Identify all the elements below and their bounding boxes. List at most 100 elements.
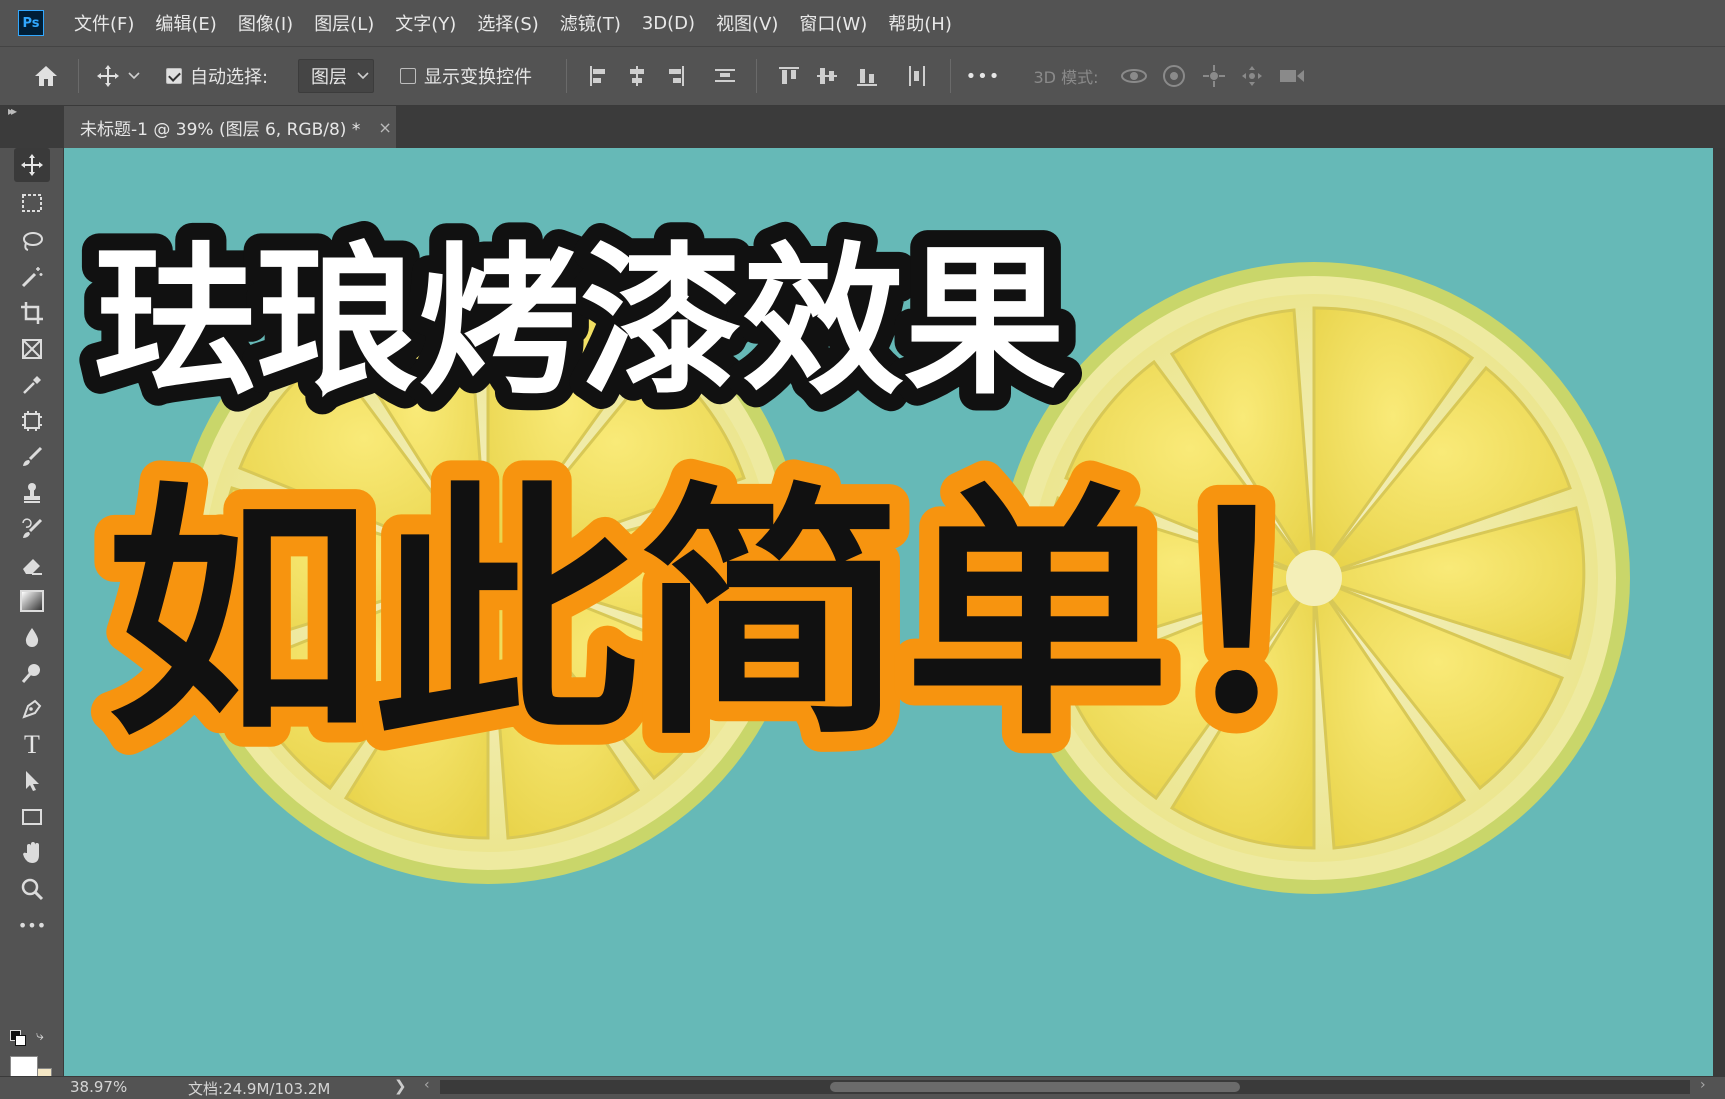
path-select-tool-icon <box>26 771 39 791</box>
marquee-tool-icon <box>22 194 42 212</box>
hand-tool[interactable] <box>14 836 50 870</box>
frame-tool[interactable] <box>14 332 50 366</box>
menu-3d[interactable]: 3D(D) <box>642 13 695 34</box>
more-options-button[interactable]: ••• <box>962 47 1004 105</box>
menu-type[interactable]: 文字(Y) <box>395 10 456 36</box>
gradient-tool-icon <box>20 590 44 612</box>
move-tool-preset-button[interactable] <box>92 47 144 105</box>
menu-window[interactable]: 窗口(W) <box>799 10 867 36</box>
scroll-right-icon[interactable]: › <box>1700 1077 1706 1093</box>
path-select-tool[interactable] <box>14 764 50 798</box>
menu-image[interactable]: 图像(I) <box>238 10 293 36</box>
menu-layer[interactable]: 图层(L) <box>314 10 374 36</box>
align-bottom-icon <box>856 65 878 87</box>
frame-tool-icon <box>22 339 42 359</box>
menu-file[interactable]: 文件(F) <box>74 10 134 36</box>
document-tab-strip: ▸▸ 未标题-1 @ 39% (图层 6, RGB/8) * × <box>0 104 1725 148</box>
menu-filter[interactable]: 滤镜(T) <box>560 10 621 36</box>
rectangle-tool[interactable] <box>14 800 50 834</box>
photoshop-logo: Ps <box>18 10 44 36</box>
eyedropper-tool[interactable] <box>14 368 50 402</box>
home-icon <box>35 66 57 86</box>
lasso-tool[interactable] <box>14 224 50 258</box>
align-vcenter-button[interactable] <box>812 47 842 105</box>
gradient-tool[interactable] <box>14 584 50 618</box>
headline-line1: 珐琅烤漆效果 <box>94 229 1066 417</box>
align-horizontal-center-icon <box>626 65 648 87</box>
zoom-level-field[interactable]: 38.97% <box>70 1078 127 1096</box>
show-transform-label: 显示变换控件 <box>424 67 532 88</box>
crop-tool-icon <box>21 302 43 324</box>
menu-help[interactable]: 帮助(H) <box>888 10 952 36</box>
status-bar: 38.97% 文档:24.9M/103.2M ❯ ‹ › <box>0 1076 1725 1098</box>
more-tools-icon: ••• <box>17 915 47 935</box>
magic-wand-tool[interactable] <box>14 260 50 294</box>
menu-view[interactable]: 视图(V) <box>716 10 778 36</box>
type-tool[interactable]: T <box>14 728 50 762</box>
canvas-artwork: 珐琅烤漆效果 如此简单！ <box>64 148 1713 1076</box>
menu-edit[interactable]: 编辑(E) <box>155 10 216 36</box>
crop-tool[interactable] <box>14 296 50 330</box>
align-left-icon <box>588 65 610 87</box>
swap-colors-icon[interactable]: ⤷ <box>36 1028 44 1044</box>
history-brush-tool[interactable] <box>14 512 50 546</box>
show-transform-checkbox[interactable] <box>400 68 416 84</box>
slide-3d-button[interactable] <box>1234 47 1270 105</box>
scroll-left-icon[interactable]: ‹ <box>424 1077 430 1093</box>
move-tool-icon <box>21 154 43 176</box>
marquee-tool[interactable] <box>14 186 50 220</box>
dodge-tool-icon <box>21 664 40 683</box>
eraser-tool[interactable] <box>14 548 50 582</box>
status-menu-arrow-icon[interactable]: ❯ <box>394 1077 407 1095</box>
panel-collapse-icon[interactable]: ▸▸ <box>8 104 17 118</box>
align-bottom-button[interactable] <box>852 47 882 105</box>
distribute-horizontal-icon <box>906 65 928 87</box>
patch-tool[interactable] <box>14 404 50 438</box>
lasso-tool-icon <box>23 232 43 251</box>
menu-select[interactable]: 选择(S) <box>477 10 538 36</box>
video-camera-icon <box>1280 70 1304 82</box>
zoom-tool[interactable] <box>14 872 50 906</box>
artboard[interactable]: 珐琅烤漆效果 如此简单！ <box>64 148 1713 1076</box>
move-tool[interactable] <box>14 148 50 182</box>
auto-select-checkbox[interactable] <box>166 68 182 84</box>
close-icon[interactable]: × <box>378 118 391 137</box>
home-button[interactable] <box>26 47 66 105</box>
align-hcenter-button[interactable] <box>622 47 652 105</box>
align-left-button[interactable] <box>584 47 614 105</box>
headline-line2: 如此简单！ <box>106 461 1436 771</box>
distribute-vertical-button[interactable] <box>710 47 740 105</box>
hand-tool-icon <box>23 842 39 863</box>
more-icon: ••• <box>965 65 1001 87</box>
pen-tool[interactable] <box>14 692 50 726</box>
document-tab[interactable]: 未标题-1 @ 39% (图层 6, RGB/8) * × <box>64 106 396 148</box>
more-tools[interactable]: ••• <box>14 908 50 942</box>
drag-3d-icon <box>1203 65 1225 87</box>
rectangle-tool-icon <box>22 809 42 825</box>
orbit-3d-icon <box>1121 69 1147 83</box>
blur-tool[interactable] <box>14 620 50 654</box>
horizontal-scroll-thumb[interactable] <box>830 1082 1240 1092</box>
auto-select-target-dropdown[interactable]: 图层 <box>298 59 374 93</box>
roll-3d-icon <box>1163 65 1185 87</box>
stamp-tool[interactable] <box>14 476 50 510</box>
orbit-3d-button[interactable] <box>1116 47 1152 105</box>
menu-bar: Ps 文件(F) 编辑(E) 图像(I) 图层(L) 文字(Y) 选择(S) 滤… <box>0 0 1725 46</box>
chevron-down-icon <box>128 72 140 80</box>
dodge-tool[interactable] <box>14 656 50 690</box>
distribute-horizontal-button[interactable] <box>902 47 932 105</box>
scale-3d-button[interactable] <box>1274 47 1310 105</box>
canvas-area[interactable]: 珐琅烤漆效果 如此简单！ <box>64 148 1725 1076</box>
options-bar: 自动选择: 图层 显示变换控件 ••• 3D 模式: <box>0 46 1725 106</box>
drag-3d-button[interactable] <box>1196 47 1232 105</box>
vertical-scrollbar[interactable] <box>1713 148 1725 1076</box>
slide-3d-icon <box>1242 66 1262 86</box>
magic-wand-tool-icon <box>21 267 43 288</box>
default-colors-icon[interactable] <box>10 1030 26 1046</box>
align-right-button[interactable] <box>660 47 690 105</box>
type-tool-icon: T <box>24 730 40 759</box>
roll-3d-button[interactable] <box>1156 47 1192 105</box>
align-vertical-center-icon <box>816 65 838 87</box>
align-top-button[interactable] <box>774 47 804 105</box>
brush-tool[interactable] <box>14 440 50 474</box>
